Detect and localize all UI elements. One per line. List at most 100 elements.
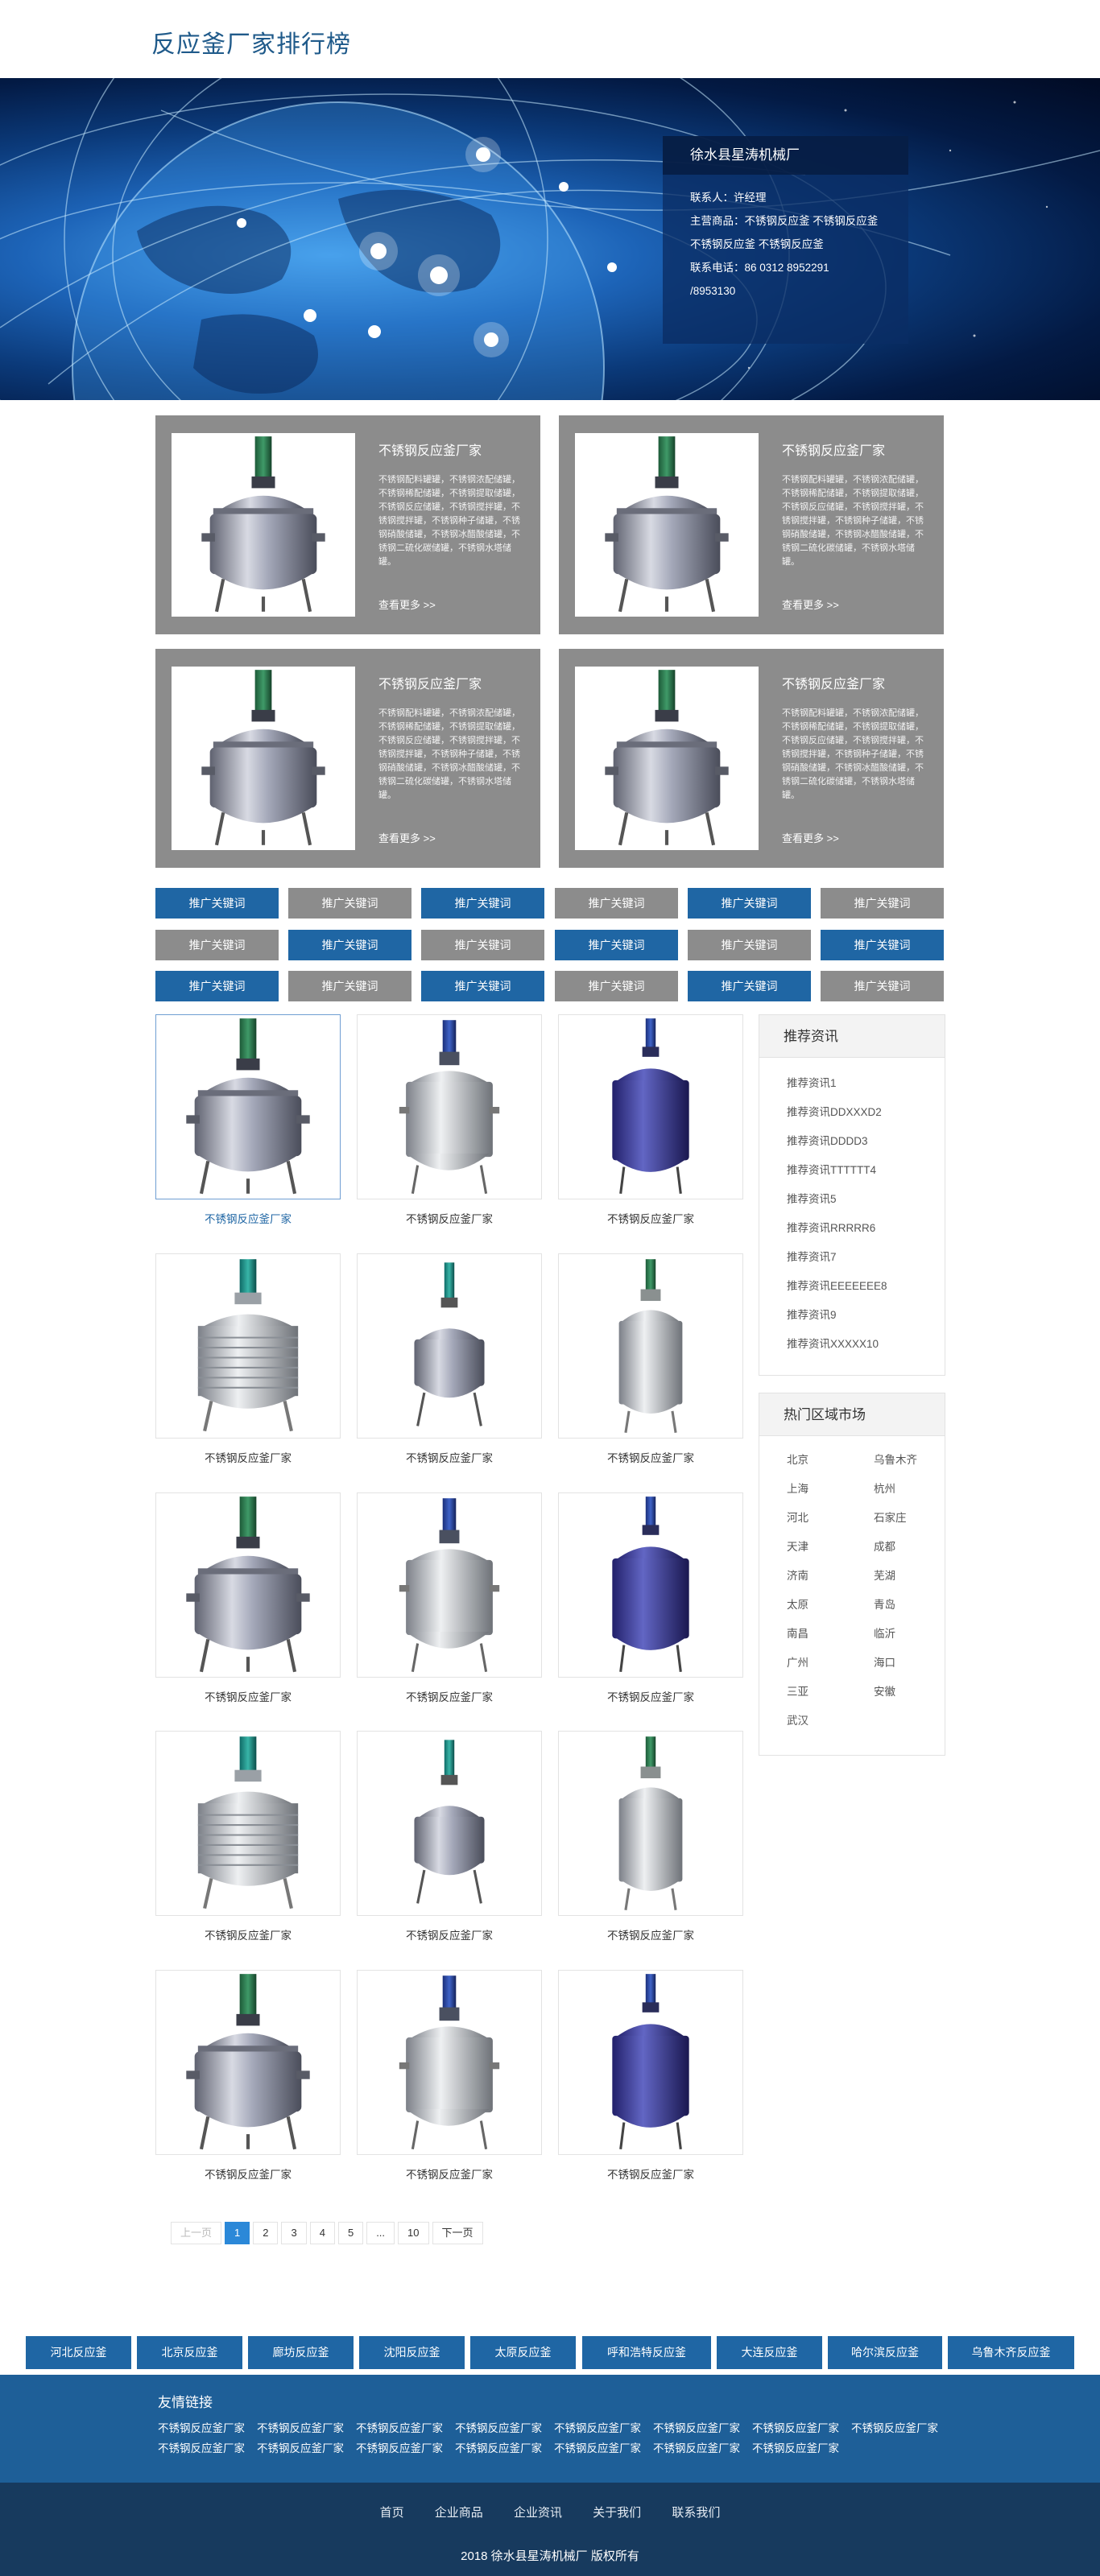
city-link[interactable]: 海口 <box>874 1649 946 1678</box>
product-title[interactable]: 不锈钢反应釜厂家 <box>558 1926 743 1942</box>
news-item[interactable]: 推荐资讯1 <box>787 1069 945 1098</box>
product-title[interactable]: 不锈钢反应釜厂家 <box>558 1210 743 1226</box>
city-link[interactable]: 芜湖 <box>874 1562 946 1591</box>
featured-card[interactable]: 不锈钢反应釜厂家 不锈钢配料罐罐，不锈钢浓配储罐，不锈钢稀配储罐，不锈钢提取储罐… <box>559 415 944 634</box>
site-title[interactable]: 反应釜厂家排行榜 <box>151 24 351 60</box>
friend-link[interactable]: 不锈钢反应釜厂家 <box>653 2442 740 2454</box>
page-button[interactable]: 3 <box>281 2222 307 2244</box>
featured-title[interactable]: 不锈钢反应釜厂家 <box>378 440 482 459</box>
city-link[interactable]: 北京 <box>787 1446 874 1475</box>
product-image[interactable] <box>357 1492 542 1678</box>
product-image[interactable] <box>558 1253 743 1439</box>
page-button-current[interactable]: 1 <box>225 2222 250 2244</box>
city-link[interactable]: 杭州 <box>874 1475 946 1504</box>
product-title[interactable]: 不锈钢反应釜厂家 <box>155 1688 341 1704</box>
product-image[interactable] <box>155 1970 341 2155</box>
region-link[interactable]: 北京反应釜 <box>137 2336 242 2369</box>
city-link[interactable]: 太原 <box>787 1591 874 1620</box>
product-image[interactable] <box>357 1970 542 2155</box>
news-item[interactable]: 推荐资讯7 <box>787 1243 945 1272</box>
friend-link[interactable]: 不锈钢反应釜厂家 <box>752 2442 839 2454</box>
region-link[interactable]: 乌鲁木齐反应釜 <box>948 2336 1074 2369</box>
featured-title[interactable]: 不锈钢反应釜厂家 <box>378 673 482 692</box>
city-link[interactable]: 上海 <box>787 1475 874 1504</box>
friend-link[interactable]: 不锈钢反应釜厂家 <box>158 2442 245 2454</box>
keyword-button[interactable]: 推广关键词 <box>555 930 678 960</box>
friend-link[interactable]: 不锈钢反应釜厂家 <box>554 2442 641 2454</box>
product-image[interactable] <box>155 1492 341 1678</box>
news-item[interactable]: 推荐资讯RRRRR6 <box>787 1214 945 1243</box>
product-image[interactable] <box>357 1731 542 1916</box>
footer-nav-about[interactable]: 关于我们 <box>593 2506 641 2520</box>
friend-link[interactable]: 不锈钢反应釜厂家 <box>356 2422 443 2434</box>
keyword-button[interactable]: 推广关键词 <box>155 930 279 960</box>
more-link[interactable]: 查看更多 >> <box>782 830 839 845</box>
region-link[interactable]: 哈尔滨反应釜 <box>828 2336 942 2369</box>
keyword-button[interactable]: 推广关键词 <box>821 930 944 960</box>
city-link[interactable]: 青岛 <box>874 1591 946 1620</box>
featured-card[interactable]: 不锈钢反应釜厂家 不锈钢配料罐罐，不锈钢浓配储罐，不锈钢稀配储罐，不锈钢提取储罐… <box>155 649 540 868</box>
product-title[interactable]: 不锈钢反应釜厂家 <box>357 1688 542 1704</box>
featured-card[interactable]: 不锈钢反应釜厂家 不锈钢配料罐罐，不锈钢浓配储罐，不锈钢稀配储罐，不锈钢提取储罐… <box>559 649 944 868</box>
more-link[interactable]: 查看更多 >> <box>378 830 436 845</box>
featured-title[interactable]: 不锈钢反应釜厂家 <box>782 673 885 692</box>
footer-nav-contact[interactable]: 联系我们 <box>672 2506 720 2520</box>
friend-link[interactable]: 不锈钢反应釜厂家 <box>257 2442 344 2454</box>
keyword-button[interactable]: 推广关键词 <box>555 888 678 919</box>
more-link[interactable]: 查看更多 >> <box>378 597 436 612</box>
friend-link[interactable]: 不锈钢反应釜厂家 <box>356 2442 443 2454</box>
news-item[interactable]: 推荐资讯TTTTTT4 <box>787 1156 945 1185</box>
footer-nav-news[interactable]: 企业资讯 <box>514 2506 562 2520</box>
keyword-button[interactable]: 推广关键词 <box>421 971 544 1001</box>
product-image[interactable] <box>558 1970 743 2155</box>
city-link[interactable]: 广州 <box>787 1649 874 1678</box>
friend-link[interactable]: 不锈钢反应釜厂家 <box>257 2422 344 2434</box>
product-image[interactable] <box>575 667 759 850</box>
keyword-button[interactable]: 推广关键词 <box>688 971 811 1001</box>
keyword-button[interactable]: 推广关键词 <box>155 971 279 1001</box>
news-item[interactable]: 推荐资讯9 <box>787 1301 945 1330</box>
news-item[interactable]: 推荐资讯XXXXX10 <box>787 1330 945 1359</box>
keyword-button[interactable]: 推广关键词 <box>421 888 544 919</box>
product-image[interactable] <box>172 667 355 850</box>
friend-link[interactable]: 不锈钢反应釜厂家 <box>653 2422 740 2434</box>
product-title[interactable]: 不锈钢反应釜厂家 <box>155 2165 341 2182</box>
region-link[interactable]: 太原反应釜 <box>470 2336 576 2369</box>
region-link[interactable]: 沈阳反应釜 <box>359 2336 465 2369</box>
friend-link[interactable]: 不锈钢反应釜厂家 <box>554 2422 641 2434</box>
product-image[interactable] <box>357 1253 542 1439</box>
prev-page-button[interactable]: 上一页 <box>171 2222 222 2244</box>
keyword-button[interactable]: 推广关键词 <box>555 971 678 1001</box>
product-image[interactable] <box>558 1492 743 1678</box>
product-image[interactable] <box>155 1731 341 1916</box>
friend-link[interactable]: 不锈钢反应釜厂家 <box>158 2422 245 2434</box>
product-image[interactable] <box>155 1014 341 1199</box>
product-title[interactable]: 不锈钢反应釜厂家 <box>357 2165 542 2182</box>
region-link[interactable]: 呼和浩特反应釜 <box>582 2336 711 2369</box>
city-link[interactable]: 天津 <box>787 1533 874 1562</box>
product-title[interactable]: 不锈钢反应釜厂家 <box>558 2165 743 2182</box>
next-page-button[interactable]: 下一页 <box>432 2222 483 2244</box>
product-title[interactable]: 不锈钢反应釜厂家 <box>155 1926 341 1942</box>
keyword-button[interactable]: 推广关键词 <box>688 888 811 919</box>
product-title[interactable]: 不锈钢反应釜厂家 <box>357 1926 542 1942</box>
page-button[interactable]: 10 <box>398 2222 429 2244</box>
page-button[interactable]: 2 <box>253 2222 279 2244</box>
footer-nav-home[interactable]: 首页 <box>380 2506 404 2520</box>
product-image[interactable] <box>575 433 759 617</box>
city-link[interactable]: 南昌 <box>787 1620 874 1649</box>
product-title[interactable]: 不锈钢反应釜厂家 <box>558 1449 743 1465</box>
news-item[interactable]: 推荐资讯DDXXXD2 <box>787 1098 945 1127</box>
featured-title[interactable]: 不锈钢反应釜厂家 <box>782 440 885 459</box>
city-link[interactable]: 武汉 <box>787 1707 874 1736</box>
news-item[interactable]: 推荐资讯EEEEEEE8 <box>787 1272 945 1301</box>
product-image[interactable] <box>357 1014 542 1199</box>
city-link[interactable]: 三亚 <box>787 1678 874 1707</box>
page-button[interactable]: 4 <box>309 2222 335 2244</box>
keyword-button[interactable]: 推广关键词 <box>155 888 279 919</box>
keyword-button[interactable]: 推广关键词 <box>688 930 811 960</box>
news-item[interactable]: 推荐资讯5 <box>787 1185 945 1214</box>
keyword-button[interactable]: 推广关键词 <box>288 888 411 919</box>
friend-link[interactable]: 不锈钢反应釜厂家 <box>851 2422 938 2434</box>
more-link[interactable]: 查看更多 >> <box>782 597 839 612</box>
